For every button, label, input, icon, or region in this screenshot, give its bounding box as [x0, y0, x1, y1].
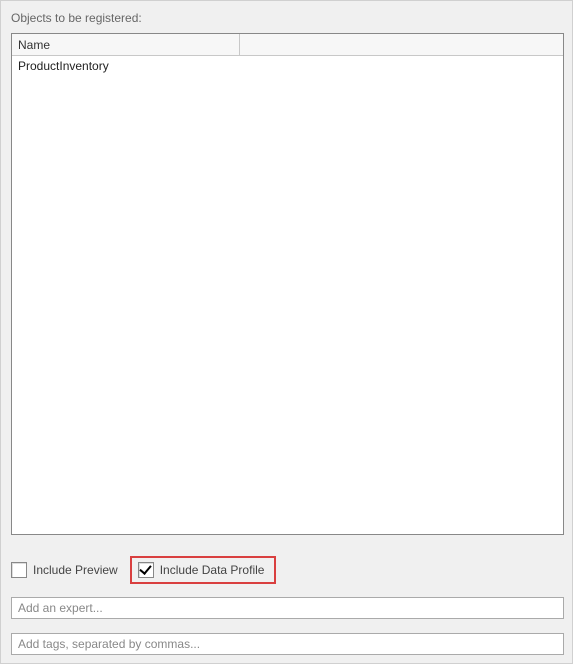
include-data-profile-label: Include Data Profile	[160, 563, 265, 577]
objects-table: Name ProductInventory	[11, 33, 564, 535]
column-header-name[interactable]: Name	[12, 34, 240, 55]
include-preview-checkbox[interactable]	[11, 562, 27, 578]
options-row: Include Preview Include Data Profile	[11, 553, 564, 587]
include-preview-option[interactable]: Include Preview	[11, 558, 126, 582]
include-data-profile-checkbox[interactable]	[138, 562, 154, 578]
panel-heading: Objects to be registered:	[11, 11, 564, 25]
table-header: Name	[12, 34, 563, 56]
table-body: ProductInventory	[12, 56, 563, 534]
table-row[interactable]: ProductInventory	[12, 56, 563, 76]
include-data-profile-option[interactable]: Include Data Profile	[130, 556, 277, 584]
include-preview-label: Include Preview	[33, 563, 118, 577]
register-objects-panel: Objects to be registered: Name ProductIn…	[0, 0, 573, 664]
expert-input[interactable]	[11, 597, 564, 619]
tags-input[interactable]	[11, 633, 564, 655]
column-header-spacer	[240, 34, 563, 55]
